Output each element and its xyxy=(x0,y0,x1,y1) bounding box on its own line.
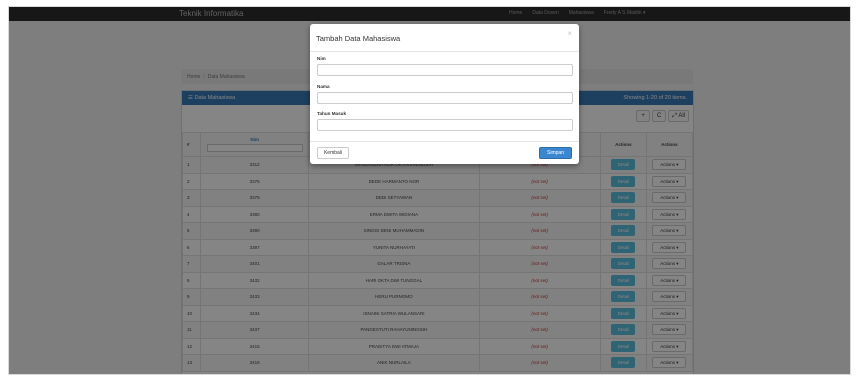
close-icon[interactable]: × xyxy=(567,29,572,38)
modal-title: Tambah Data Mahasiswa xyxy=(316,34,401,43)
simpan-button[interactable]: Simpan xyxy=(539,147,572,159)
nama-label: Nama xyxy=(317,84,330,89)
nama-field[interactable] xyxy=(317,92,573,104)
browser-page: Teknik Informatika Home Data Dosen Mahas… xyxy=(8,6,851,375)
modal-footer-divider xyxy=(310,141,579,142)
kembali-button[interactable]: Kembali xyxy=(317,147,349,159)
nim-field[interactable] xyxy=(317,64,573,76)
modal-header-divider xyxy=(310,51,579,52)
nim-label: Nim xyxy=(317,56,326,61)
tahun-masuk-field[interactable] xyxy=(317,119,573,131)
tahun-masuk-label: Tahun Masuk xyxy=(317,111,347,116)
tambah-mahasiswa-modal: Tambah Data Mahasiswa × Nim Nama Tahun M… xyxy=(310,24,579,164)
